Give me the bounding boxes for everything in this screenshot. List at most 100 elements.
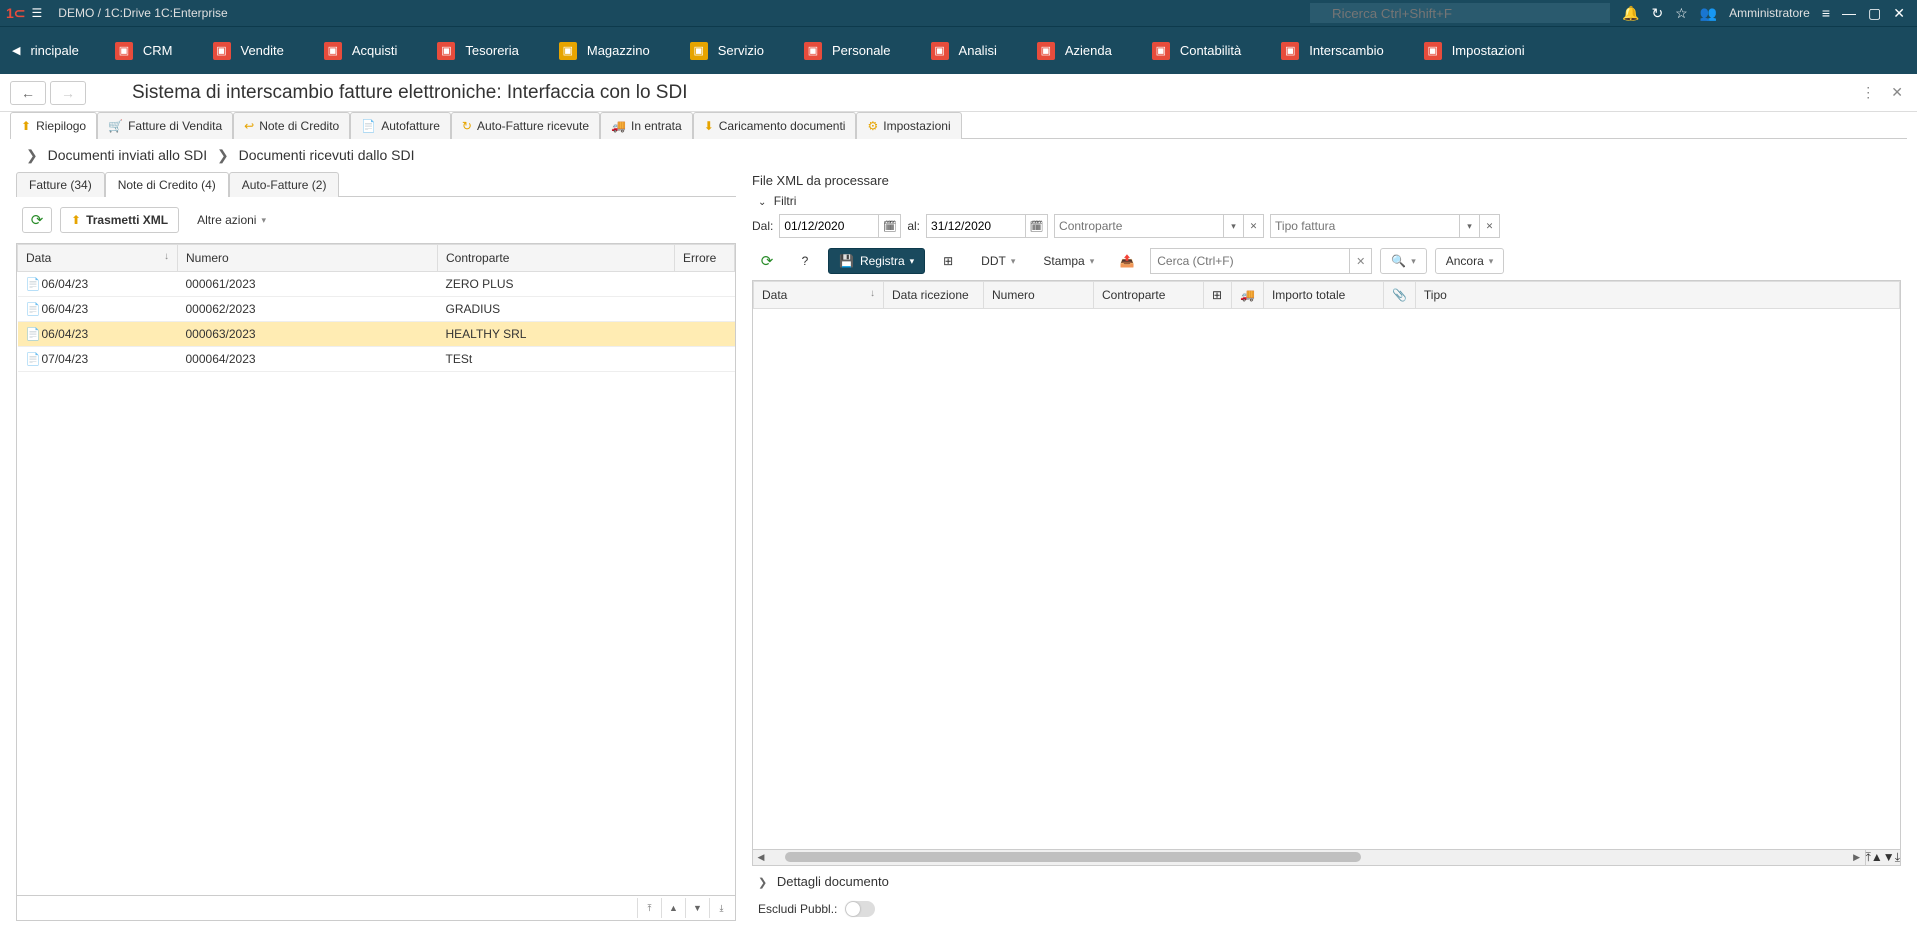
nav-item-acquisti[interactable]: ▣Acquisti [304, 27, 418, 74]
inner-tab-1[interactable]: Note di Credito (4) [105, 172, 229, 197]
ddt-button[interactable]: DDT ▾ [971, 248, 1025, 274]
controparte-clear-icon[interactable]: ✕ [1244, 214, 1264, 238]
section-tab-2[interactable]: ↩Note di Credito [233, 112, 350, 139]
nav-item-truncated[interactable]: rincipale [30, 43, 78, 58]
table-first-icon[interactable]: ⤒ [637, 898, 661, 918]
inner-tab-2[interactable]: Auto-Fatture (2) [229, 172, 340, 197]
notifications-icon[interactable]: 🔔 [1622, 5, 1639, 22]
section-tab-6[interactable]: ⬇Caricamento documenti [693, 112, 857, 139]
minimize-icon[interactable]: — [1842, 5, 1856, 21]
favorites-icon[interactable]: ☆ [1675, 5, 1688, 22]
tab-icon: ⚙ [867, 119, 878, 133]
search-clear-icon[interactable]: ✕ [1350, 248, 1372, 274]
help-button[interactable]: ? [790, 248, 820, 274]
col-r-attach[interactable]: 📎 [1383, 282, 1415, 309]
table-row[interactable]: 📄06/04/23000061/2023ZERO PLUS [18, 272, 735, 297]
table-down-icon[interactable]: ▼ [1883, 850, 1895, 865]
nav-item-vendite[interactable]: ▣Vendite [193, 27, 304, 74]
details-label: Dettagli documento [777, 874, 889, 889]
nav-item-azienda[interactable]: ▣Azienda [1017, 27, 1132, 74]
col-r-controparte[interactable]: Controparte [1094, 282, 1204, 309]
search-dropdown-button[interactable]: 🔍 ▾ [1380, 248, 1426, 274]
nav-item-magazzino[interactable]: ▣Magazzino [539, 27, 670, 74]
nav-item-personale[interactable]: ▣Personale [784, 27, 911, 74]
other-actions-button[interactable]: Altre azioni ▾ [187, 207, 276, 233]
table-up-icon[interactable]: ▲ [1871, 850, 1883, 865]
settings-lines-icon[interactable]: ≡ [1822, 5, 1830, 21]
al-input[interactable] [926, 214, 1026, 238]
col-r-tipo[interactable]: Tipo [1415, 282, 1899, 309]
filters-toggle[interactable]: ⌄ Filtri [752, 192, 1901, 210]
col-r-icon2[interactable]: 🚚 [1232, 282, 1264, 309]
maximize-icon[interactable]: ▢ [1868, 5, 1881, 22]
grid-action-button[interactable]: ⊞ [933, 248, 963, 274]
table-last-icon[interactable]: ⤓ [1895, 850, 1900, 865]
table-down-icon[interactable]: ▼ [685, 898, 709, 918]
global-search-input[interactable] [1310, 3, 1610, 23]
col-r-importo[interactable]: Importo totale [1263, 282, 1383, 309]
more-options-icon[interactable]: ⋮ [1857, 80, 1879, 105]
left-toolbar: ⟳ ⬆ Trasmetti XML Altre azioni ▾ [16, 197, 736, 243]
table-row[interactable]: 📄06/04/23000062/2023GRADIUS [18, 297, 735, 322]
ancora-button[interactable]: Ancora ▾ [1435, 248, 1505, 274]
breadcrumb-received[interactable]: Documenti ricevuti dallo SDI [239, 147, 415, 163]
right-table-hscroll[interactable]: ◀ ▶ ⤒ ▲ ▼ ⤓ [752, 850, 1901, 866]
refresh-button[interactable]: ⟳ [22, 207, 52, 233]
nav-scroll-left-icon[interactable]: ◀ [8, 40, 24, 61]
section-tab-7[interactable]: ⚙Impostazioni [856, 112, 961, 139]
section-tab-5[interactable]: 🚚In entrata [600, 112, 693, 139]
nav-item-servizio[interactable]: ▣Servizio [670, 27, 784, 74]
col-errore[interactable]: Errore [675, 245, 735, 272]
dal-calendar-icon[interactable]: 🗓 [879, 214, 901, 238]
nav-item-analisi[interactable]: ▣Analisi [911, 27, 1017, 74]
section-tab-3[interactable]: 📄Autofatture [350, 112, 451, 139]
section-tab-1[interactable]: 🛒Fatture di Vendita [97, 112, 233, 139]
close-page-icon[interactable]: ✕ [1887, 80, 1907, 105]
dal-input[interactable] [779, 214, 879, 238]
close-window-icon[interactable]: ✕ [1893, 5, 1905, 22]
section-tab-0[interactable]: ⬆Riepilogo [10, 112, 97, 139]
table-up-icon[interactable]: ▲ [661, 898, 685, 918]
inner-tab-0[interactable]: Fatture (34) [16, 172, 105, 197]
nav-item-tesoreria[interactable]: ▣Tesoreria [417, 27, 538, 74]
escludi-toggle[interactable] [845, 901, 875, 917]
nav-item-crm[interactable]: ▣CRM [95, 27, 193, 74]
controparte-dropdown-icon[interactable]: ▾ [1224, 214, 1244, 238]
details-toggle[interactable]: ❯ Dettagli documento [752, 866, 1901, 897]
table-row[interactable]: 📄07/04/23000064/2023TESt [18, 347, 735, 372]
col-r-icon1[interactable]: ⊞ [1204, 282, 1232, 309]
tipo-fattura-dropdown-icon[interactable]: ▾ [1460, 214, 1480, 238]
history-icon[interactable]: ↻ [1651, 5, 1663, 22]
col-r-numero[interactable]: Numero [984, 282, 1094, 309]
hamburger-icon[interactable]: ☰ [32, 6, 43, 20]
section-tab-4[interactable]: ↻Auto-Fatture ricevute [451, 112, 600, 139]
controparte-input[interactable] [1054, 214, 1224, 238]
back-button[interactable]: ← [10, 81, 46, 105]
col-r-ricezione[interactable]: Data ricezione [884, 282, 984, 309]
user-label[interactable]: Amministratore [1729, 6, 1810, 20]
refresh-right-button[interactable]: ⟳ [752, 248, 782, 274]
export-button[interactable]: 📤 [1112, 248, 1142, 274]
right-search-input[interactable] [1150, 248, 1350, 274]
scroll-left-icon[interactable]: ◀ [753, 850, 769, 865]
al-calendar-icon[interactable]: 🗓 [1026, 214, 1048, 238]
nav-item-contabilità[interactable]: ▣Contabilità [1132, 27, 1261, 74]
forward-button[interactable]: → [50, 81, 86, 105]
col-r-data[interactable]: Data↓ [754, 282, 884, 309]
col-data[interactable]: Data↓ [18, 245, 178, 272]
transmit-xml-button[interactable]: ⬆ Trasmetti XML [60, 207, 179, 233]
tipo-fattura-input[interactable] [1270, 214, 1460, 238]
col-controparte[interactable]: Controparte [438, 245, 675, 272]
scroll-right-icon[interactable]: ▶ [1849, 850, 1865, 865]
users-icon[interactable]: 👥 [1700, 5, 1717, 22]
nav-item-interscambio[interactable]: ▣Interscambio [1261, 27, 1403, 74]
nav-item-impostazioni[interactable]: ▣Impostazioni [1404, 27, 1545, 74]
table-last-icon[interactable]: ⤓ [709, 898, 733, 918]
stampa-button[interactable]: Stampa ▾ [1033, 248, 1104, 274]
tipo-fattura-clear-icon[interactable]: ✕ [1480, 214, 1500, 238]
col-numero[interactable]: Numero [178, 245, 438, 272]
table-row[interactable]: 📄06/04/23000063/2023HEALTHY SRL [18, 322, 735, 347]
breadcrumb-sent[interactable]: Documenti inviati allo SDI [48, 147, 208, 163]
scroll-thumb[interactable] [785, 852, 1361, 862]
registra-button[interactable]: 💾 Registra ▾ [828, 248, 925, 274]
